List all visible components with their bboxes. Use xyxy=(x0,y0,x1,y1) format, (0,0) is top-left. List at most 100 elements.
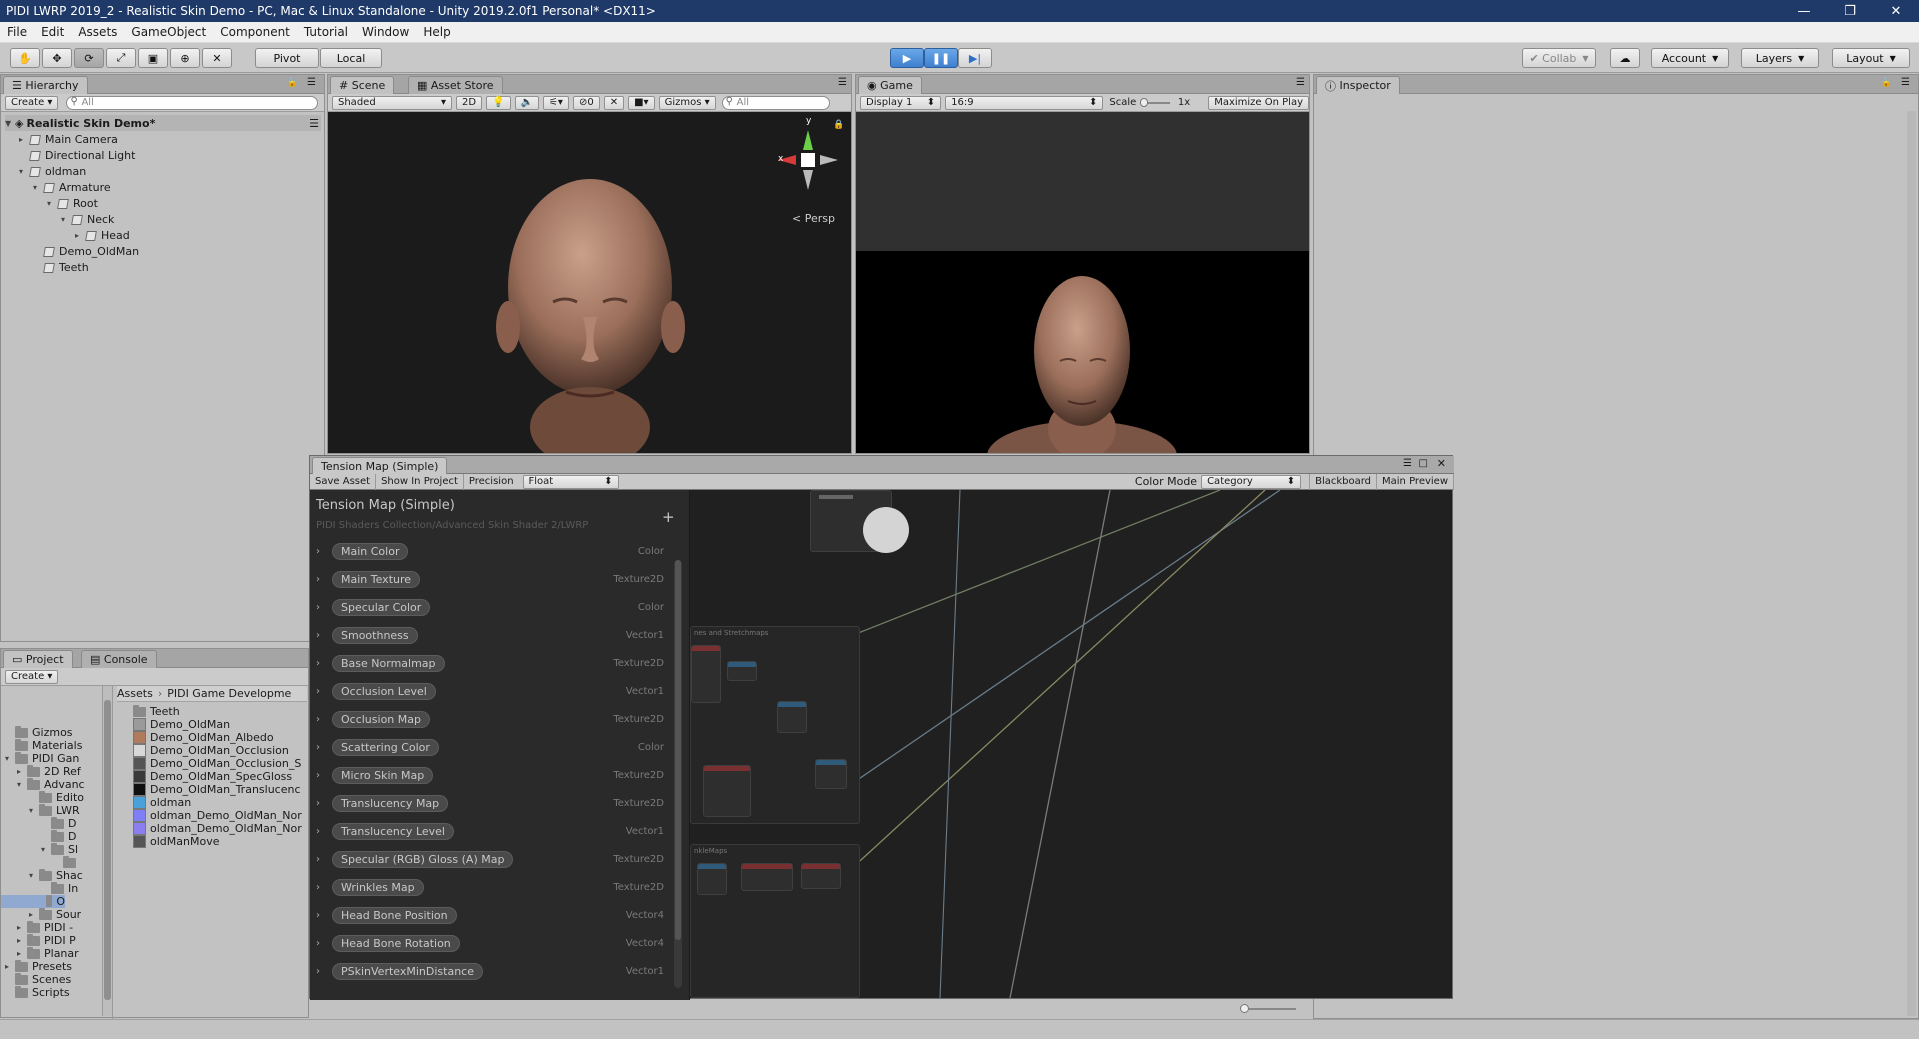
layers-dropdown[interactable]: Layers ▼ xyxy=(1741,48,1819,68)
blackboard-property[interactable]: › Main Texture Texture2D xyxy=(316,570,676,588)
chevron-right-icon[interactable]: › xyxy=(316,742,332,753)
property-name[interactable]: PSkinVertexMinDistance xyxy=(332,962,483,980)
gizmo-lock-icon[interactable]: 🔒 xyxy=(833,120,844,130)
hierarchy-item[interactable]: ▸ Main Camera xyxy=(19,131,118,147)
mode-2d-button[interactable]: 2D xyxy=(456,95,483,110)
layout-dropdown[interactable]: Layout ▼ xyxy=(1832,48,1910,68)
asset-item[interactable]: Demo_OldMan_SpecGloss xyxy=(133,770,307,783)
tab-hierarchy[interactable]: ☰ Hierarchy xyxy=(3,76,88,94)
expand-arrow-icon[interactable]: ▸ xyxy=(17,923,27,932)
project-tree-item[interactable]: ▸ PIDI - xyxy=(17,921,73,934)
hierarchy-item[interactable]: Directional Light xyxy=(19,147,135,163)
lighting-button[interactable]: 💡 xyxy=(486,95,511,110)
expand-arrow-icon[interactable]: ▸ xyxy=(17,936,27,945)
hierarchy-create-button[interactable]: Create ▾ xyxy=(5,95,59,110)
chevron-right-icon[interactable]: › xyxy=(316,686,332,697)
node-group-wrinklemaps[interactable]: nkleMaps xyxy=(690,844,860,998)
blackboard-property[interactable]: › Wrinkles Map Texture2D xyxy=(316,878,676,896)
inspector-scrollbar[interactable] xyxy=(1907,111,1916,1016)
panel-menu-icon[interactable]: ☰ xyxy=(307,77,316,88)
asset-item[interactable]: Demo_OldMan_Occlusion xyxy=(133,744,307,757)
blackboard-property[interactable]: › Translucency Level Vector1 xyxy=(316,822,676,840)
display-dropdown[interactable]: Display 1 ⬍ xyxy=(860,95,942,110)
blackboard-property[interactable]: › Occlusion Level Vector1 xyxy=(316,682,676,700)
graph-node[interactable] xyxy=(801,863,841,889)
menu-tutorial[interactable]: Tutorial xyxy=(297,25,355,39)
move-tool-button[interactable]: ✥ xyxy=(42,48,72,68)
shading-dropdown[interactable]: Shaded ▾ xyxy=(332,95,452,110)
project-tree-item[interactable]: ▸ Planar xyxy=(17,947,79,960)
blackboard-property[interactable]: › PSkinVertexMinDistance Vector1 xyxy=(316,962,676,980)
chevron-right-icon[interactable]: › xyxy=(316,630,332,641)
tab-project[interactable]: ▭ Project xyxy=(3,650,73,668)
property-name[interactable]: Translucency Map xyxy=(332,794,449,812)
blackboard-toggle[interactable]: Blackboard xyxy=(1309,473,1378,490)
maximize-button[interactable]: ❐ xyxy=(1827,4,1873,19)
project-tree-item[interactable] xyxy=(53,856,80,869)
asset-item[interactable]: Demo_OldMan xyxy=(133,718,307,731)
property-name[interactable]: Specular Color xyxy=(332,598,431,616)
tab-game[interactable]: ◉ Game xyxy=(858,76,922,94)
asset-size-slider-thumb[interactable] xyxy=(1240,1004,1249,1013)
blackboard-property[interactable]: › Head Bone Position Vector4 xyxy=(316,906,676,924)
color-mode-dropdown[interactable]: Category ⬍ xyxy=(1201,474,1302,489)
precision-dropdown[interactable]: Float ⬍ xyxy=(522,474,619,489)
node-group-stretchmaps[interactable]: nes and Stretchmaps xyxy=(690,626,860,824)
expand-arrow-icon[interactable]: ▾ xyxy=(29,806,39,815)
expand-arrow-icon[interactable]: ▾ xyxy=(17,780,27,789)
tree-scroll-thumb[interactable] xyxy=(104,700,111,1000)
property-name[interactable]: Head Bone Position xyxy=(332,906,457,924)
menu-window[interactable]: Window xyxy=(355,25,416,39)
property-name[interactable]: Scattering Color xyxy=(332,738,439,756)
minimize-button[interactable]: — xyxy=(1781,4,1827,19)
project-tree-item[interactable]: ▾ Sl xyxy=(41,843,78,856)
chevron-right-icon[interactable]: › xyxy=(316,658,332,669)
close-button[interactable]: ✕ xyxy=(1873,4,1919,19)
expand-arrow-icon[interactable]: ▾ xyxy=(5,754,15,763)
menu-component[interactable]: Component xyxy=(213,25,297,39)
hierarchy-search-input[interactable]: All xyxy=(66,95,319,110)
chevron-right-icon[interactable]: › xyxy=(316,798,332,809)
project-create-button[interactable]: Create ▾ xyxy=(5,669,59,684)
scene-tools-button[interactable]: ✕ xyxy=(603,95,625,110)
property-name[interactable]: Occlusion Map xyxy=(332,710,430,728)
asset-size-slider[interactable] xyxy=(1240,1004,1296,1013)
asset-item[interactable]: oldManMove xyxy=(133,835,307,848)
custom-tool-button[interactable]: ✕ xyxy=(202,48,232,68)
blackboard-property[interactable]: › Base Normalmap Texture2D xyxy=(316,654,676,672)
sg-maximize-icon[interactable]: □ xyxy=(1419,458,1428,469)
hierarchy-item[interactable]: ▾ oldman xyxy=(19,163,86,179)
property-name[interactable]: Occlusion Level xyxy=(332,682,436,700)
property-name[interactable]: Wrinkles Map xyxy=(332,878,424,896)
chevron-right-icon[interactable]: › xyxy=(316,966,332,977)
asset-item[interactable]: oldman_Demo_OldMan_Nor xyxy=(133,809,307,822)
inspector-lock-icon[interactable]: 🔒 xyxy=(1881,78,1892,88)
tab-inspector[interactable]: ⓘ Inspector xyxy=(1316,76,1400,94)
scene-root-row[interactable]: ▼ ◈ Realistic Skin Demo* ☰ xyxy=(5,115,321,131)
project-tree-item[interactable]: O xyxy=(1,895,65,908)
project-tree-item[interactable]: D xyxy=(41,817,76,830)
blackboard-scrollbar[interactable] xyxy=(674,560,682,988)
inspector-menu-icon[interactable]: ☰ xyxy=(1901,77,1910,88)
chevron-right-icon[interactable]: › xyxy=(316,602,332,613)
hierarchy-item[interactable]: ▾ Neck xyxy=(61,211,114,227)
add-property-button[interactable]: + xyxy=(662,508,675,526)
scene-menu-icon[interactable]: ☰ xyxy=(309,117,319,130)
scene-search-input[interactable]: All xyxy=(721,95,830,110)
scene-viewport[interactable]: x y 🔒 < Persp xyxy=(328,112,851,453)
hierarchy-item[interactable]: Demo_OldMan xyxy=(33,243,139,259)
graph-node[interactable] xyxy=(697,863,727,895)
project-tree-item[interactable]: ▾ Advanc xyxy=(17,778,85,791)
preview-node[interactable] xyxy=(810,490,909,553)
blackboard-property[interactable]: › Micro Skin Map Texture2D xyxy=(316,766,676,784)
chevron-right-icon[interactable]: › xyxy=(316,910,332,921)
tab-console[interactable]: ▤ Console xyxy=(81,650,157,668)
rotate-tool-button[interactable]: ⟳ xyxy=(74,48,104,68)
pause-button[interactable]: ❚❚ xyxy=(924,48,958,68)
hidden-count-button[interactable]: ⊘ 0 xyxy=(572,95,600,110)
blackboard-property[interactable]: › Occlusion Map Texture2D xyxy=(316,710,676,728)
project-tree-item[interactable]: Edito xyxy=(29,791,84,804)
graph-canvas[interactable]: nes and Stretchmaps nkleMaps xyxy=(690,490,1452,998)
property-name[interactable]: Head Bone Rotation xyxy=(332,934,460,952)
cloud-button[interactable]: ☁ xyxy=(1610,48,1640,68)
